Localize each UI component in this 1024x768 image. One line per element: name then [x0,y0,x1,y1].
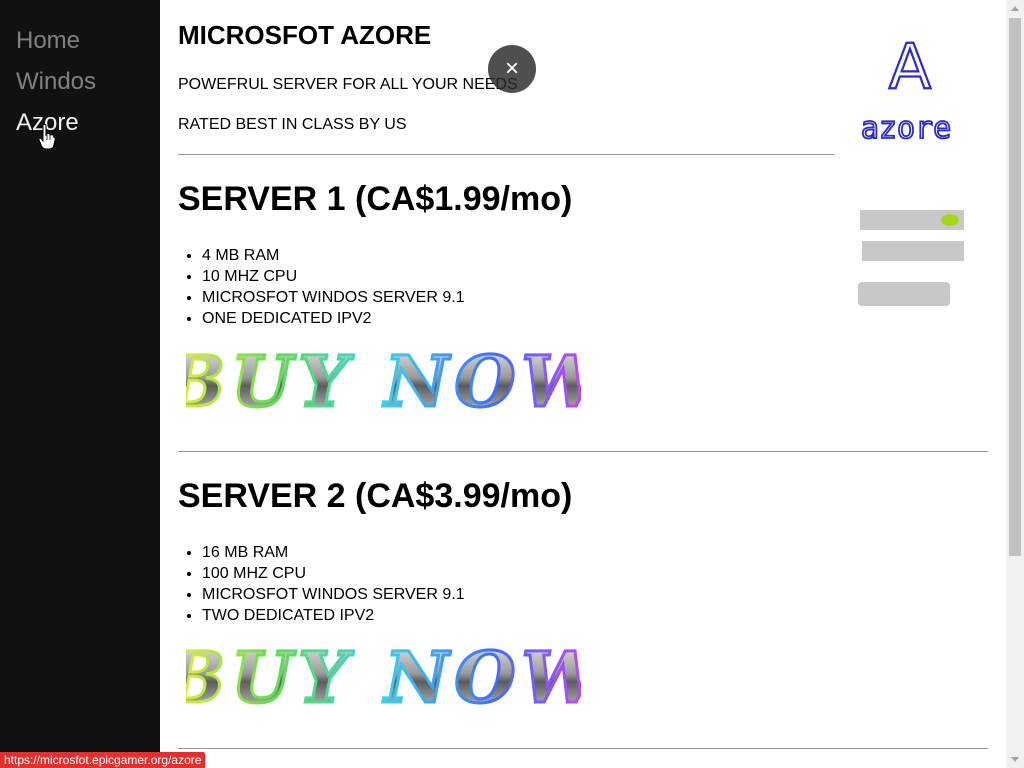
ad-dot [941,214,959,226]
list-item: ONE DEDICATED IPV2 [202,308,465,329]
server-1-features: 4 MB RAM 10 MHZ CPU MICROSFOT WINDOS SER… [178,245,465,329]
server-2-title: SERVER 2 (CA$3.99/mo) [178,477,573,515]
ad-bar [858,282,950,306]
main-content: MICROSFOT AZORE POWEFRUL SERVER FOR ALL … [160,0,1006,768]
sidebar-item-windos[interactable]: Windos [16,68,96,96]
tagline-rating: RATED BEST IN CLASS BY US [178,116,407,133]
buy-now-button[interactable]: BUY NOW [162,635,602,721]
scrollbar-thumb[interactable] [1009,18,1021,556]
tagline: POWEFRUL SERVER FOR ALL YOUR NEEDS [178,76,518,93]
sidebar: Home Windos Azore [0,0,160,768]
list-item: MICROSFOT WINDOS SERVER 9.1 [202,584,465,605]
scroll-up-arrow-icon[interactable] [1006,0,1024,17]
vertical-scrollbar[interactable] [1006,0,1024,768]
list-item: MICROSFOT WINDOS SERVER 9.1 [202,287,465,308]
app-window: Home Windos Azore MICROSFOT AZORE POWEFR… [0,0,1024,768]
page-title: MICROSFOT AZORE [178,20,432,50]
list-item: 10 MHZ CPU [202,266,465,287]
logo-text: azore [861,111,951,146]
server-2-features: 16 MB RAM 100 MHZ CPU MICROSFOT WINDOS S… [178,542,465,626]
list-item: 4 MB RAM [202,245,465,266]
server-1-title: SERVER 1 (CA$1.99/mo) [178,180,573,218]
ad-placeholder [856,204,968,312]
divider [178,154,834,155]
divider [178,451,988,452]
close-icon: × [504,55,519,82]
status-bar-url: https://microsfot.epicgamer.org/azore [0,752,206,768]
buy-now-label: BUY NOW [186,340,581,420]
ad-bar [862,241,964,261]
logo-letter: A [889,38,931,103]
scroll-down-arrow-icon[interactable] [1006,751,1024,768]
buy-now-button[interactable]: BUY NOW [162,339,602,425]
azore-logo: A azore [848,29,968,148]
list-item: TWO DEDICATED IPV2 [202,605,465,626]
close-button[interactable]: × [488,45,536,93]
sidebar-item-home[interactable]: Home [16,27,80,55]
list-item: 16 MB RAM [202,542,465,563]
buy-now-label: BUY NOW [186,636,581,716]
hand-pointer-icon [38,124,56,150]
divider [178,748,988,749]
list-item: 100 MHZ CPU [202,563,465,584]
